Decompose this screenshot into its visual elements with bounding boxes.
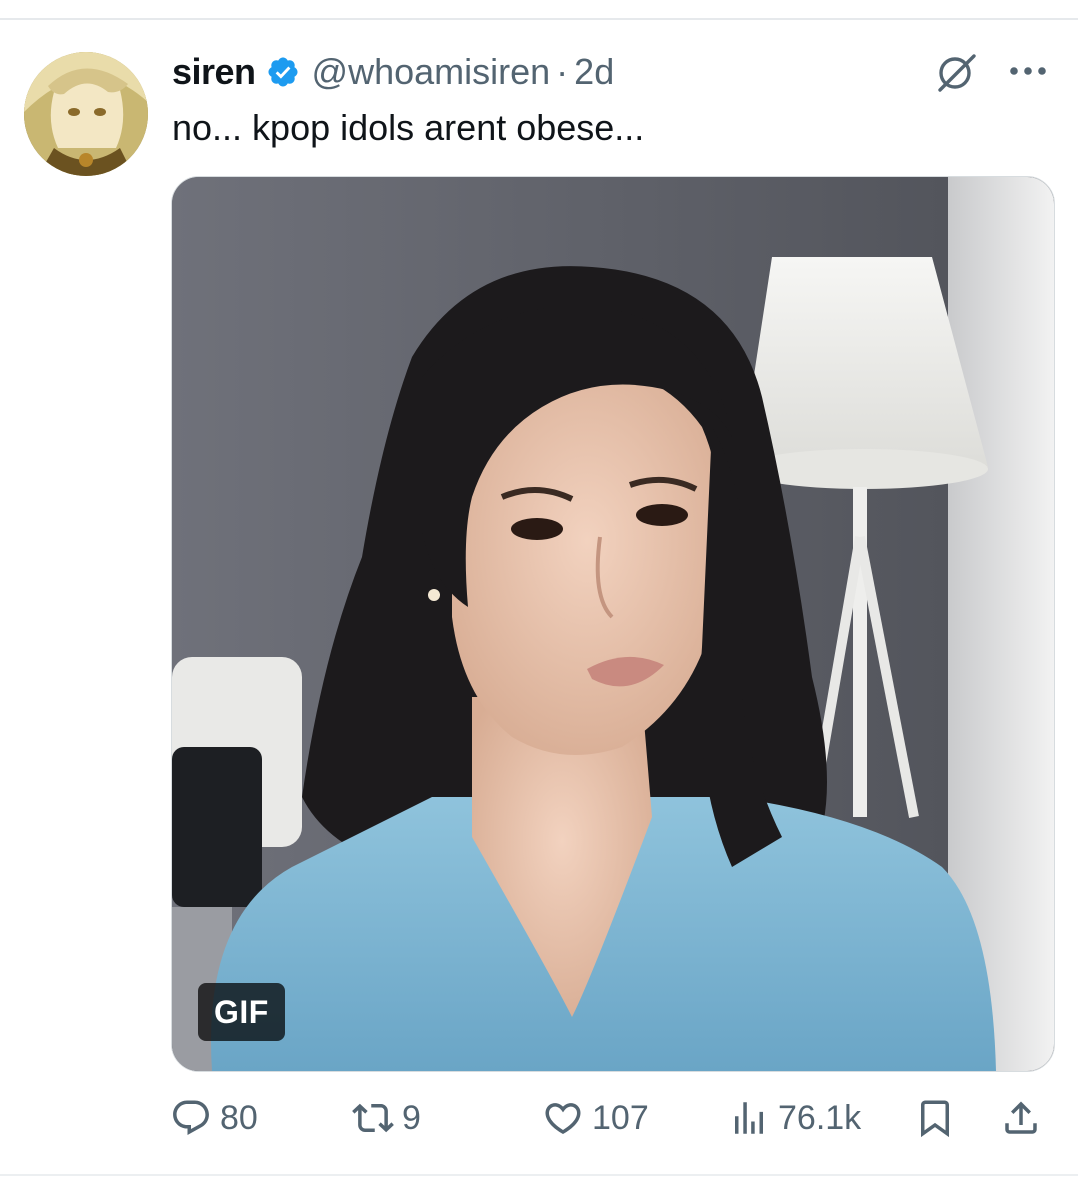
tweet-text: no... kpop idols arent obese... — [172, 107, 645, 148]
photo-media-image — [172, 177, 1054, 1071]
avatar[interactable] — [24, 52, 148, 176]
share-button[interactable] — [1000, 1088, 1042, 1148]
tweet-media-gif[interactable]: GIF — [171, 176, 1055, 1072]
display-name[interactable]: siren — [172, 51, 256, 93]
share-upload-icon — [1005, 1101, 1037, 1134]
bar-chart-icon — [735, 1102, 763, 1134]
reply-button[interactable]: 80 — [170, 1088, 258, 1148]
separator-dot: · — [556, 51, 569, 92]
view-count: 76.1k — [778, 1098, 862, 1137]
reply-count: 80 — [220, 1098, 258, 1137]
action-bar: 80 9 107 76.1k — [0, 1088, 1078, 1148]
timestamp[interactable]: 2d — [574, 51, 614, 93]
like-button[interactable]: 107 — [542, 1088, 649, 1148]
bookmark-icon — [921, 1100, 949, 1138]
more-dots-icon[interactable] — [1006, 56, 1050, 86]
avatar-image — [24, 52, 148, 176]
gif-badge[interactable]: GIF — [198, 983, 285, 1041]
bookmark-button[interactable] — [914, 1088, 956, 1148]
top-divider — [0, 18, 1078, 20]
user-handle[interactable]: @whoamisiren — [312, 51, 551, 93]
verified-badge-icon[interactable] — [266, 55, 300, 89]
views-button[interactable]: 76.1k — [728, 1088, 861, 1148]
like-count: 107 — [592, 1098, 649, 1137]
bottom-divider — [0, 1174, 1078, 1176]
retweet-button[interactable]: 9 — [352, 1088, 421, 1148]
retweet-arrows-icon — [352, 1103, 394, 1133]
heart-icon — [545, 1103, 581, 1135]
tweet-header: siren @whoamisiren · 2d — [172, 48, 614, 96]
grok-icon[interactable] — [934, 50, 978, 94]
reply-bubble-icon — [173, 1100, 209, 1135]
retweet-count: 9 — [402, 1098, 421, 1137]
